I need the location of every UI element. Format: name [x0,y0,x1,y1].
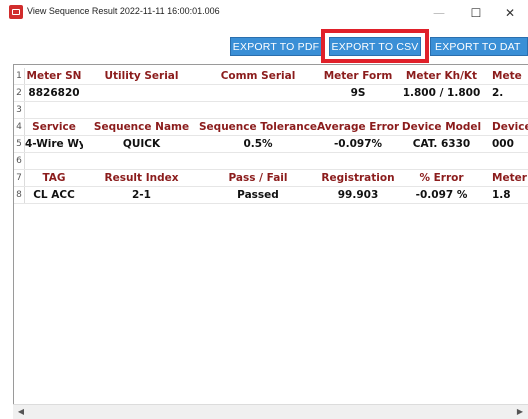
table-cell[interactable]: 2-1 [84,187,199,203]
column-header[interactable]: Comm Serial [199,68,317,84]
column-header[interactable]: Result Index [84,170,199,186]
column-header[interactable]: Sequence Tolerance [199,119,317,135]
table-cell[interactable] [399,153,484,169]
table-cell[interactable] [199,102,317,118]
table-cell[interactable]: 99.903 [317,187,399,203]
column-header[interactable]: Meter M [484,170,528,186]
table-row[interactable]: 1 Meter SN Utility Serial Comm Serial Meter … [14,68,528,85]
scroll-right-icon[interactable]: ▶ [515,407,525,417]
row-number: 7 [14,170,25,186]
table-cell[interactable] [317,153,399,169]
row-number: 3 [14,102,25,118]
table-cell[interactable]: 0.5% [199,136,317,152]
app-icon [9,5,23,19]
table-row[interactable]: 6 [14,153,528,170]
table-row[interactable]: 54-Wire WyeQUICK0.5%-0.097%CAT. 6330000 [14,136,528,153]
table-cell[interactable] [25,102,83,118]
scroll-left-icon[interactable]: ◀ [16,407,26,417]
column-header[interactable]: Meter SN [25,68,83,84]
table-cell[interactable] [399,102,484,118]
table-cell[interactable]: CL ACC [25,187,83,203]
table-cell[interactable]: -0.097 % [399,187,484,203]
sequence-result-window: View Sequence Result 2022-11-11 16:00:01… [0,0,528,419]
table-row[interactable]: 7 TAG Result Index Pass / Fail Registration%… [14,170,528,187]
row-number: 5 [14,136,25,152]
column-header[interactable]: Registration [317,170,399,186]
table-cell[interactable] [484,102,528,118]
table-row[interactable]: 2 8826820 9S 1.800 / 1.800 2. [14,85,528,102]
table-cell[interactable]: 2. [484,85,528,101]
row-number: 4 [14,119,25,135]
table-cell[interactable]: 1.800 / 1.800 [399,85,484,101]
column-header[interactable]: Device Model [399,119,484,135]
column-header[interactable]: Device [484,119,528,135]
column-header[interactable]: Average Error [317,119,399,135]
horizontal-scrollbar[interactable]: ◀ ▶ [13,404,528,419]
row-number: 6 [14,153,25,169]
highlight-box [321,29,429,63]
column-header[interactable]: % Error [399,170,484,186]
export-pdf-button[interactable]: EXPORT TO PDF [230,37,322,56]
table-cell[interactable]: QUICK [84,136,199,152]
column-header[interactable]: Pass / Fail [199,170,317,186]
table-cell[interactable] [199,153,317,169]
table-cell[interactable]: CAT. 6330 [399,136,484,152]
column-header[interactable]: Meter Form [317,68,399,84]
table-cell[interactable] [484,153,528,169]
table-cell[interactable]: Passed [199,187,317,203]
table-cell[interactable] [317,102,399,118]
table-cell[interactable]: 8826820 [25,85,83,101]
column-header[interactable]: Meter Kh/Kt [399,68,484,84]
title-bar: View Sequence Result 2022-11-11 16:00:01… [0,0,528,26]
column-header[interactable]: TAG [25,170,83,186]
table-cell[interactable] [199,85,317,101]
maximize-button[interactable]: ☐ [461,4,491,22]
table-cell[interactable] [84,153,199,169]
export-dat-button[interactable]: EXPORT TO DAT [430,37,528,56]
table-cell[interactable] [84,85,199,101]
table-cell[interactable] [25,153,83,169]
column-header[interactable]: Sequence Name [84,119,199,135]
table-row[interactable]: 4 Service Sequence Name Sequence Tolerance A… [14,119,528,136]
minimize-button[interactable]: — [424,4,454,22]
table-cell[interactable]: 000 [484,136,528,152]
table-cell[interactable] [84,102,199,118]
table-row[interactable]: 8 CL ACC 2-1 Passed 99.903 -0.097 % 1.8 [14,187,528,204]
column-header[interactable]: Service [25,119,83,135]
row-number: 1 [14,68,25,84]
table-cell[interactable]: 4-Wire Wye [25,136,83,152]
result-grid[interactable]: 1 Meter SN Utility Serial Comm Serial Meter … [13,64,528,405]
window-title: View Sequence Result 2022-11-11 16:00:01… [27,6,220,16]
close-button[interactable]: ✕ [495,4,525,22]
column-header[interactable]: Mete [484,68,528,84]
table-cell[interactable]: 1.8 [484,187,528,203]
column-header[interactable]: Utility Serial [84,68,199,84]
row-number: 8 [14,187,25,203]
row-number: 2 [14,85,25,101]
table-row[interactable]: 3 [14,102,528,119]
table-cell[interactable]: -0.097% [317,136,399,152]
table-cell[interactable]: 9S [317,85,399,101]
